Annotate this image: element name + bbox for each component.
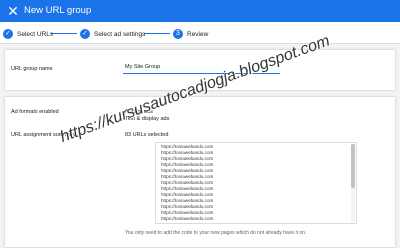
footnote-text: You only need to add the code to your ne…: [125, 230, 307, 236]
check-icon: ✓: [80, 29, 90, 39]
step-label: Select ad settings: [94, 30, 146, 38]
url-summary-label: URL assignment summary: [11, 132, 76, 138]
group-name-card: URL group name: [5, 50, 395, 90]
step-connector: [144, 33, 170, 34]
ad-format-item: Anchor ads: [125, 109, 153, 115]
url-list-box[interactable]: https://toniawebandu.com https://toniawe…: [155, 142, 357, 224]
step-label: Select URLs: [17, 30, 54, 38]
ad-format-item: Text & display ads: [125, 116, 170, 122]
stepper: ✓ Select URLs ✓ Select ad settings 3 Rev…: [0, 22, 400, 44]
ad-formats-label: Ad formats enabled: [11, 109, 59, 115]
check-icon: ✓: [3, 29, 13, 39]
list-item: https://toniawebandu.com: [161, 216, 214, 221]
step-select-ad-settings[interactable]: ✓ Select ad settings: [80, 28, 145, 40]
step-review[interactable]: 3 Review: [173, 28, 208, 40]
scrollbar[interactable]: [351, 144, 355, 222]
page-title: New URL group: [24, 5, 92, 16]
step-number-icon: 3: [173, 29, 183, 39]
step-label: Review: [187, 30, 209, 38]
step-select-urls[interactable]: ✓ Select URLs: [3, 28, 53, 40]
step-connector: [51, 33, 77, 34]
url-list: https://toniawebandu.com https://toniawe…: [161, 144, 346, 223]
urls-selected-count: 83 URLs selected: [125, 132, 169, 138]
group-name-label: URL group name: [11, 66, 53, 72]
scrollbar-thumb[interactable]: [351, 144, 355, 188]
close-icon[interactable]: ✕: [4, 2, 22, 20]
app-header: ✕ New URL group: [0, 0, 400, 22]
review-card: Ad formats enabled Anchor ads Text & dis…: [5, 97, 395, 247]
group-name-input[interactable]: [123, 61, 280, 74]
